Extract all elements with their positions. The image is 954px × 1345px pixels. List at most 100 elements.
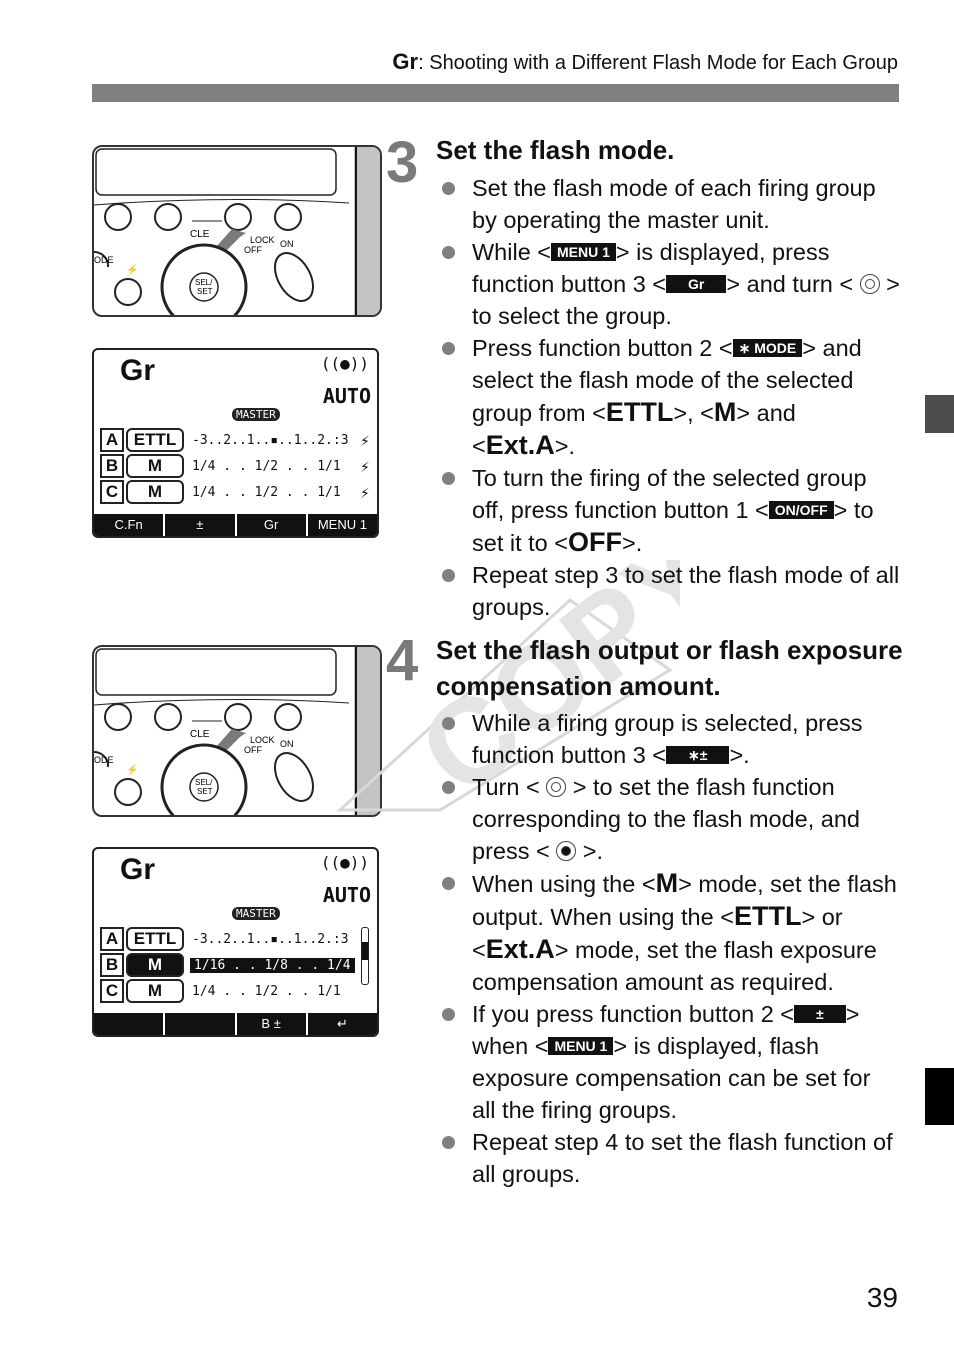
lcd-group-row-selected: B M 1/16 . . 1/8 . . 1/4 (100, 953, 355, 977)
step-4-bullets: While a firing group is selected, press … (440, 707, 900, 1190)
lcd-auto-label: AUTO (322, 883, 371, 907)
group-label: C (100, 480, 124, 504)
header-gr-mark: Gr (392, 49, 419, 74)
bullet-item: Repeat step 3 to set the flash mode of a… (440, 559, 900, 623)
function-button-4 (274, 203, 302, 231)
bullet-item: Press function button 2 < ∗ MODE > and sel… (440, 332, 900, 462)
lcd-master-badge: MASTER (232, 408, 280, 421)
softkey-blank-2 (163, 1013, 234, 1035)
bullet-item: Repeat step 4 to set the flash function … (440, 1126, 900, 1190)
step-4-title: Set the flash output or flash exposure c… (436, 635, 903, 701)
lcd-group-row: C M 1/4 . . 1/2 . . 1/1 ⚡ (100, 480, 373, 504)
step-number-3: 3 (386, 130, 419, 195)
function-button-3 (224, 703, 252, 731)
select-dial-icon (859, 274, 880, 294)
test-fire-button (114, 778, 142, 806)
lcd-screen-2: Gr ((●)) AUTO MASTER A ETTL -3..2..1..▪.… (92, 847, 379, 1037)
gr-key-icon: Gr (666, 275, 727, 293)
svg-text:ON: ON (280, 739, 294, 749)
step-number-4: 4 (386, 628, 419, 693)
power-switch (274, 252, 314, 302)
mode-key-icon: ∗ MODE (732, 339, 803, 357)
group-label: B (100, 454, 124, 478)
group-label: B (100, 953, 124, 977)
m-mode-label: M (655, 868, 679, 898)
group-label: A (100, 927, 124, 951)
flash-panel-drawing: CLE LOCK OFF ON SEL/ SET ODE ⚡ (94, 147, 380, 315)
menu1-key-icon: MENU 1 (551, 243, 616, 261)
svg-text:ODE: ODE (94, 255, 114, 265)
svg-text:OFF: OFF (244, 745, 262, 755)
function-button-1 (104, 203, 132, 231)
svg-text:SET: SET (197, 787, 213, 796)
function-button-1 (104, 703, 132, 731)
header-bar (92, 84, 899, 102)
lcd-group-row: A ETTL -3..2..1..▪..1..2.:3 (100, 927, 355, 951)
wireless-antenna-icon: ((●)) (320, 853, 369, 872)
chapter-tab-upper (925, 395, 954, 433)
flash-panel-illustration-2: CLE LOCK OFF ON SEL/ SET ODE ⚡ (92, 645, 382, 817)
onoff-key-icon: ON/OFF (768, 501, 834, 519)
group-scale: 1/4 . . 1/2 . . 1/1 (192, 458, 341, 474)
bullet-item: To turn the firing of the selected group… (440, 462, 900, 559)
fec-key-icon: ± (794, 1005, 846, 1023)
lcd-gr-title: Gr (120, 853, 156, 886)
select-dial-icon (546, 777, 567, 797)
svg-text:SEL/: SEL/ (195, 778, 213, 787)
softkey-blank-1 (94, 1013, 163, 1035)
svg-text:SET: SET (197, 287, 213, 296)
exta-mode-label: Ext.A (485, 934, 555, 964)
group-label: C (100, 979, 124, 1003)
page-number: 39 (866, 1282, 898, 1313)
bullet-item: While < MENU 1 > is displayed, press funct… (440, 236, 900, 332)
group-scale: 1/4 . . 1/2 . . 1/1 (192, 983, 341, 999)
function-button-3 (224, 203, 252, 231)
m-mode-label: M (713, 397, 737, 427)
lcd-scrollbar (361, 927, 369, 985)
flash-bolt-icon: ⚡ (360, 430, 370, 450)
lcd-group-row: C M 1/4 . . 1/2 . . 1/1 (100, 979, 355, 1003)
on-label: ON (280, 239, 294, 249)
lcd-screen-1: Gr ((●)) AUTO MASTER A ETTL -3..2..1..▪.… (92, 348, 379, 538)
flash-bolt-icon: ⚡ (360, 482, 370, 502)
group-mode: ETTL (126, 428, 184, 452)
step-3-title: Set the flash mode. (436, 135, 675, 165)
fec-key-icon: ∗± (666, 746, 730, 764)
group-scale: -3..2..1..▪..1..2.:3 (192, 432, 349, 448)
ettl-mode-label: ETTL (733, 901, 802, 931)
exta-mode-label: Ext.A (485, 430, 555, 460)
step-3-bullets: Set the flash mode of each firing group … (440, 172, 900, 623)
function-button-4 (274, 703, 302, 731)
lcd-softkey-bar: B ± ↵ (94, 1013, 377, 1035)
function-button-2 (154, 703, 182, 731)
group-scale: -3..2..1..▪..1..2.:3 (192, 931, 349, 947)
chapter-tab-lower (925, 1068, 954, 1125)
function-button-2 (154, 203, 182, 231)
bullet-item: While a firing group is selected, press … (440, 707, 900, 771)
softkey-group-fec: B ± (234, 1013, 306, 1035)
running-header: Gr: Shooting with a Different Flash Mode… (392, 49, 898, 75)
group-mode: M (126, 480, 184, 504)
power-switch (274, 752, 314, 802)
lcd-gr-title: Gr (120, 354, 156, 387)
lcd-auto-label: AUTO (322, 384, 371, 408)
off-label: OFF (568, 527, 623, 557)
svg-text:CLE: CLE (190, 729, 210, 740)
ettl-mode-label: ETTL (605, 397, 674, 427)
softkey-fec: ± (163, 514, 234, 536)
softkey-gr: Gr (234, 514, 306, 536)
set-button-icon (556, 841, 577, 861)
svg-text:ODE: ODE (94, 755, 114, 765)
flash-panel-drawing: CLE LOCK OFF ON SEL/ SET ODE ⚡ (94, 647, 380, 815)
lcd-group-row: B M 1/4 . . 1/2 . . 1/1 ⚡ (100, 454, 373, 478)
header-title-text: : Shooting with a Different Flash Mode f… (418, 52, 898, 74)
group-mode: ETTL (126, 927, 184, 951)
svg-text:SEL/: SEL/ (195, 278, 213, 287)
group-scale: 1/16 . . 1/8 . . 1/4 (190, 957, 355, 973)
group-label: A (100, 428, 124, 452)
lcd-softkey-bar: C.Fn ± Gr MENU 1 (94, 514, 377, 536)
svg-text:⚡: ⚡ (126, 263, 138, 276)
off-label: OFF (244, 245, 262, 255)
lcd-master-badge: MASTER (232, 907, 280, 920)
bullet-item: When using the <M> mode, set the flash o… (440, 867, 900, 998)
